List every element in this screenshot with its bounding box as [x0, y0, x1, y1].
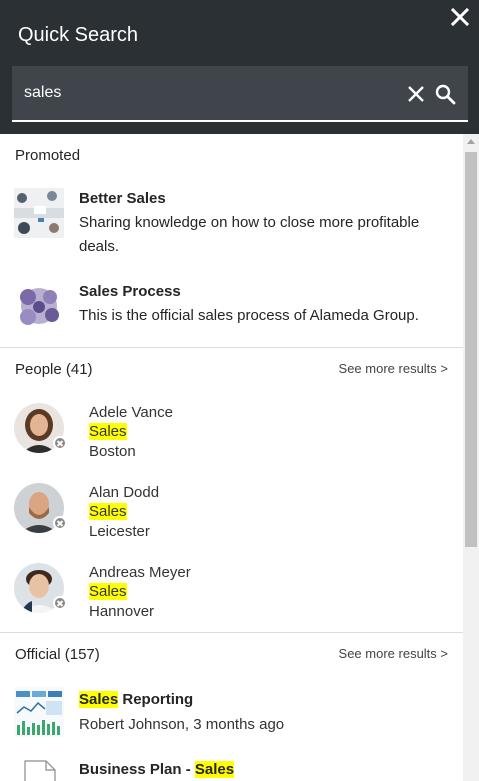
promoted-description: Sharing knowledge on how to close more p…: [79, 214, 420, 255]
person-department: Sales: [89, 583, 127, 600]
search-box[interactable]: sales: [12, 66, 468, 122]
person-department: Sales: [89, 423, 127, 440]
results-scrollbar[interactable]: [463, 134, 479, 781]
search-results: Promoted Better Sales Sharing knowledge …: [0, 134, 463, 781]
see-more-people-link[interactable]: See more results >: [339, 361, 448, 376]
quick-search-header: Quick Search sales: [0, 0, 479, 134]
section-heading-promoted: Promoted: [15, 147, 81, 164]
official-title[interactable]: Business Plan - Sales: [79, 761, 235, 778]
promoted-title[interactable]: Better Sales: [79, 190, 166, 207]
search-input[interactable]: sales: [24, 84, 61, 102]
promoted-title[interactable]: Sales Process: [79, 283, 181, 300]
clear-icon[interactable]: [406, 84, 426, 104]
section-divider: [0, 632, 463, 633]
person-department: Sales: [89, 503, 127, 520]
person-location: Hannover: [89, 603, 155, 620]
see-more-official-link[interactable]: See more results >: [339, 646, 448, 661]
close-icon[interactable]: [449, 6, 471, 28]
person-location: Leicester: [89, 523, 150, 540]
presence-offline-icon: [53, 436, 67, 450]
panel-title: Quick Search: [18, 24, 139, 46]
promoted-thumbnail: [14, 188, 64, 238]
promoted-description: This is the official sales process of Al…: [79, 307, 419, 324]
person-name[interactable]: Alan Dodd: [89, 484, 159, 501]
section-heading-official: Official (157): [15, 646, 100, 663]
presence-offline-icon: [53, 516, 67, 530]
search-icon[interactable]: [434, 83, 456, 105]
document-icon: [14, 759, 64, 781]
promoted-thumbnail: [14, 281, 64, 331]
person-name[interactable]: Adele Vance: [89, 404, 173, 421]
official-title[interactable]: Sales Reporting: [79, 691, 193, 708]
report-thumbnail: [14, 687, 64, 737]
section-heading-people: People (41): [15, 361, 93, 378]
person-name[interactable]: Andreas Meyer: [89, 564, 191, 581]
person-location: Boston: [89, 443, 136, 460]
scrollbar-thumb[interactable]: [465, 152, 477, 547]
section-divider: [0, 347, 463, 348]
scroll-up-arrow-icon[interactable]: [467, 139, 475, 144]
presence-offline-icon: [53, 596, 67, 610]
official-meta: Robert Johnson, 3 months ago: [79, 716, 285, 733]
